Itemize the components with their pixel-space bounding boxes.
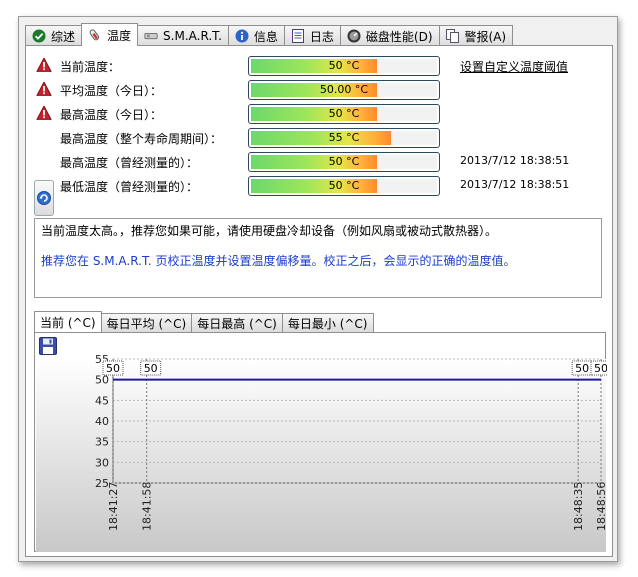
row-max-lifetime: 最高温度（整个寿命周期间）： 55 °C [26,127,612,149]
max-today-value: 50 °C [328,107,360,120]
x-tick-label: 18:41:27 [107,482,120,531]
data-label: 50 [144,362,158,375]
y-tick-label: 50 [95,374,109,387]
chart-panel: 55 50 45 40 35 30 25 18:41:27 18:41:58 18:48:35 18… [34,332,607,552]
current-temp-label: 当前温度： [60,60,121,74]
max-today-label: 最高温度（今日）： [60,108,163,122]
temperature-panel: 当前温度： 50 °C 设置自定义温度阈值 平均温度（今日）： 50.00 °C… [25,45,613,557]
tab-0[interactable]: 综述 [25,25,83,46]
message-calibrate: 推荐您在 S.M.A.R.T. 页校正温度并设置温度偏移量。校正之后，会显示的正… [41,254,516,268]
max-lifetime-label: 最高温度（整个寿命周期间）： [60,132,223,146]
refresh-icon [37,191,51,205]
data-label: 50 [594,362,607,375]
x-tick-label: 18:48:56 [595,482,607,531]
x-tick-label: 18:41:58 [141,482,154,531]
check-circle-icon [32,29,46,43]
chart-tab-0[interactable]: 当前 (^C) [34,311,102,332]
tab-label: S.M.A.R.T. [163,29,222,43]
data-label: 50 [575,362,589,375]
min-measured-label: 最低温度（曾经测量的）： [60,180,199,194]
data-label: 50 [106,362,120,375]
row-current-temp: 当前温度： 50 °C 设置自定义温度阈值 [26,55,612,77]
tab-label: 磁盘性能(D) [365,29,433,44]
avg-today-bar: 50.00 °C [248,80,440,100]
tab-label: 信息 [253,29,278,44]
warning-icon [36,81,52,97]
chart-tab-2[interactable]: 每日最高 (^C) [191,313,283,332]
temperature-chart: 5550454035302518:41:27 18:41:58 18:48:35 18… [36,353,607,552]
alert-copy-icon [445,29,460,43]
message-temp-high: 当前温度太高。，推荐您如果可能，请使用硬盘冷却设备（例如风扇或被动式散热器）。 [41,224,498,238]
current-temp-bar: 50 °C [248,56,440,76]
tab-5[interactable]: 磁盘性能(D) [339,25,440,46]
tab-1[interactable]: 温度 [81,23,139,46]
max-lifetime-bar: 55 °C [248,128,440,148]
avg-today-value: 50.00 °C [319,83,369,96]
main-tabs: 综述 温度 S.M.A.R.T. 信息 日志 磁盘性能(D) 警报(A) [25,23,514,46]
current-temp-value: 50 °C [328,59,360,72]
y-tick-label: 35 [95,436,109,449]
y-tick-label: 40 [95,415,109,428]
thermometer-icon [88,28,102,42]
row-min-measured: 最低温度（曾经测量的）： 50 °C 2013/7/12 18:38:51 [26,175,612,197]
tab-label: 综述 [51,29,76,44]
x-tick-label: 18:48:35 [572,482,585,531]
row-max-today: 最高温度（今日）： 50 °C [26,103,612,125]
min-measured-date: 2013/7/12 18:38:51 [460,178,570,191]
tab-3[interactable]: 信息 [227,25,285,46]
chart-background [36,359,606,552]
warning-icon [36,57,52,73]
info-icon [235,29,249,43]
tab-6[interactable]: 警报(A) [438,25,514,46]
chart-tab-1[interactable]: 每日平均 (^C) [100,313,193,332]
chart-tab-3[interactable]: 每日最小 (^C) [281,313,374,332]
max-measured-date: 2013/7/12 18:38:51 [460,154,570,167]
chart-tabs: 当前 (^C) 每日平均 (^C) 每日最高 (^C) 每日最小 (^C) [34,311,374,332]
message-box: 当前温度太高。，推荐您如果可能，请使用硬盘冷却设备（例如风扇或被动式散热器）。 … [34,218,602,298]
y-tick-label: 30 [95,456,109,469]
max-measured-bar: 50 °C [248,152,440,172]
avg-today-label: 平均温度（今日）： [60,84,163,98]
warning-icon [36,105,52,121]
tab-label: 日志 [309,29,334,44]
row-max-measured: 最高温度（曾经测量的）： 50 °C 2013/7/12 18:38:51 [26,151,612,173]
y-tick-label: 45 [95,394,109,407]
max-lifetime-value: 55 °C [328,131,360,144]
document-icon [291,29,305,43]
max-measured-label: 最高温度（曾经测量的）： [60,156,199,170]
reset-button[interactable] [34,180,54,216]
app-window: 综述 温度 S.M.A.R.T. 信息 日志 磁盘性能(D) 警报(A) 当前温度： 50 … [18,16,618,562]
min-measured-value: 50 °C [328,179,360,192]
set-threshold-link[interactable]: 设置自定义温度阈值 [460,58,568,75]
gauge-icon [347,29,361,43]
max-today-bar: 50 °C [248,104,440,124]
tab-label: 警报(A) [464,29,507,44]
row-avg-today: 平均温度（今日）： 50.00 °C [26,79,612,101]
max-measured-value: 50 °C [328,155,360,168]
min-measured-bar: 50 °C [248,176,440,196]
tab-2[interactable]: S.M.A.R.T. [137,25,229,46]
tab-4[interactable]: 日志 [283,25,341,46]
tab-label: 温度 [107,28,132,43]
disk-icon [144,29,158,43]
